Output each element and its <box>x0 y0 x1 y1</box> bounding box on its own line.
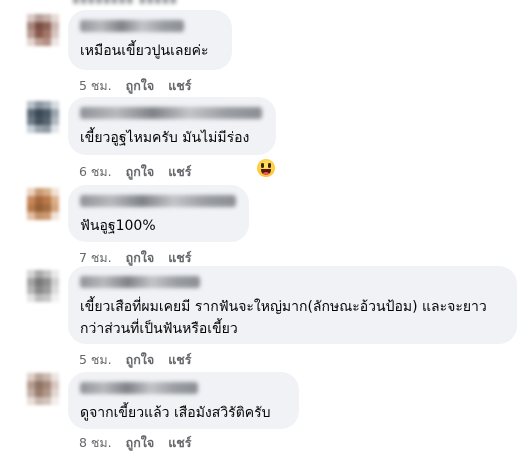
comment-bubble[interactable]: เขี้ยวอูฐไหมครับ มันไม่มีร่อง <box>68 97 276 155</box>
comment-text: เขี้ยวเสือที่ผมเคยมี รากฟันจะใหญ่มาก(ลัก… <box>80 299 487 337</box>
author-name-blurred[interactable] <box>80 195 236 207</box>
author-name-blurred[interactable] <box>80 276 200 288</box>
avatar[interactable] <box>27 373 59 405</box>
comment-actions: 6 ชม. ถูกใจ แชร์ <box>79 162 191 182</box>
share-button[interactable]: แชร์ <box>168 433 191 453</box>
like-button[interactable]: ถูกใจ <box>126 76 155 96</box>
comment-timestamp[interactable]: 6 ชม. <box>79 162 112 182</box>
comment-actions: 5 ชม. ถูกใจ แชร์ <box>79 76 191 96</box>
comment-timestamp[interactable]: 5 ชม. <box>79 350 112 370</box>
avatar[interactable] <box>27 14 59 46</box>
share-button[interactable]: แชร์ <box>168 162 191 182</box>
share-button[interactable]: แชร์ <box>168 76 191 96</box>
comment-bubble[interactable]: เหมือนเขี้ยวปูนเลยค่ะ <box>68 10 232 70</box>
comment-timestamp[interactable]: 5 ชม. <box>79 76 112 96</box>
like-button[interactable]: ถูกใจ <box>126 248 155 268</box>
like-button[interactable]: ถูกใจ <box>126 350 155 370</box>
comment-text: ดูจากเขี้ยวแล้ว เสือมังสวิรัติครับ <box>80 405 271 421</box>
author-name-blurred[interactable] <box>80 382 198 394</box>
comment-timestamp[interactable]: 8 ชม. <box>79 433 112 453</box>
like-button[interactable]: ถูกใจ <box>126 433 155 453</box>
comment-text: ฟันอูฐ100% <box>80 218 156 234</box>
comment-timestamp[interactable]: 7 ชม. <box>79 248 112 268</box>
avatar[interactable] <box>27 101 59 133</box>
comment-text: เขี้ยวอูฐไหมครับ มันไม่มีร่อง <box>80 130 250 146</box>
comment-bubble[interactable]: ฟันอูฐ100% <box>68 185 249 242</box>
comment-actions: 5 ชม. ถูกใจ แชร์ <box>79 350 191 370</box>
haha-reaction-icon[interactable] <box>256 158 276 178</box>
avatar[interactable] <box>27 270 59 302</box>
share-button[interactable]: แชร์ <box>168 248 191 268</box>
comment-actions: 7 ชม. ถูกใจ แชร์ <box>79 248 191 268</box>
author-name-blurred[interactable] <box>80 20 184 32</box>
comment-actions: 8 ชม. ถูกใจ แชร์ <box>79 433 191 453</box>
comment-bubble[interactable]: ดูจากเขี้ยวแล้ว เสือมังสวิรัติครับ <box>68 372 299 429</box>
author-name-blurred[interactable] <box>80 107 262 119</box>
comment-bubble[interactable]: เขี้ยวเสือที่ผมเคยมี รากฟันจะใหญ่มาก(ลัก… <box>68 266 517 344</box>
avatar[interactable] <box>27 188 59 220</box>
previous-comment-snippet: ▮▮▮▮▮▮▮▮ ▮▮▮▮▮ <box>72 0 177 6</box>
comment-text: เหมือนเขี้ยวปูนเลยค่ะ <box>80 43 209 59</box>
like-button[interactable]: ถูกใจ <box>126 162 155 182</box>
share-button[interactable]: แชร์ <box>168 350 191 370</box>
